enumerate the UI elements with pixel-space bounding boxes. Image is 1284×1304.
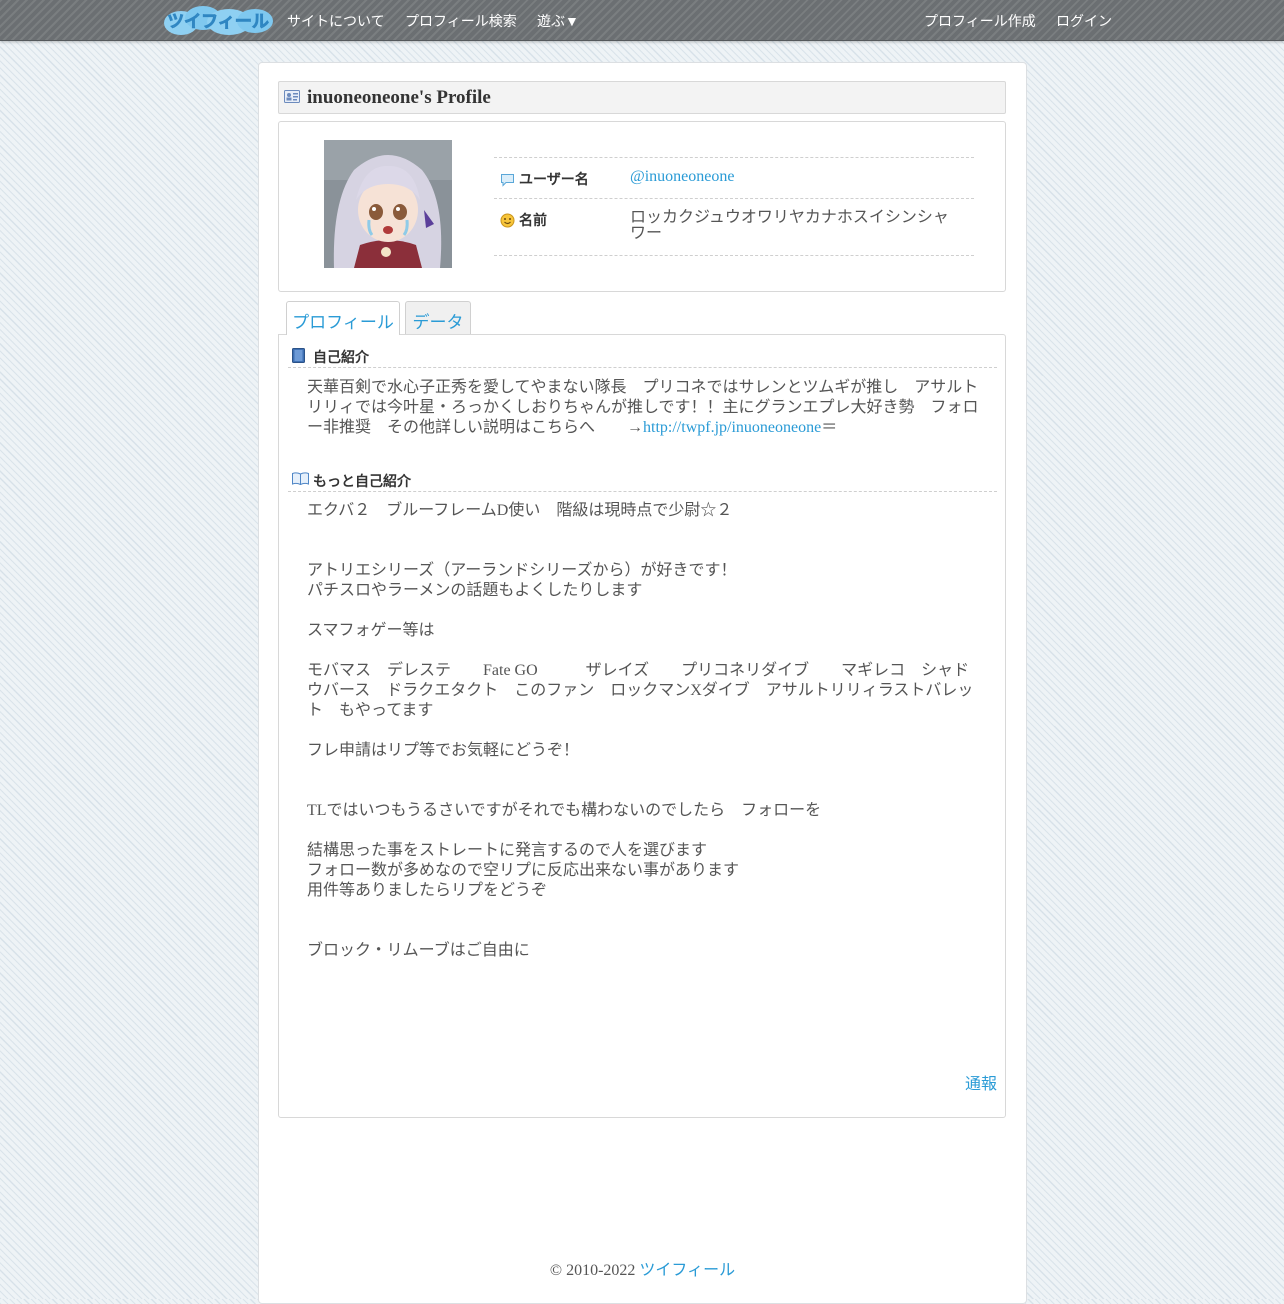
profile-content: 自己紹介 天華百剣で水心子正秀を愛してやまない隊長 プリコネではサレンとツムギが… — [278, 334, 1006, 1118]
footer: © 2010-2022 ツイフィール — [258, 1256, 1027, 1280]
speech-bubble-icon — [501, 174, 514, 187]
nav-link-about[interactable]: サイトについて — [287, 11, 385, 31]
name-label: 名前 — [500, 210, 547, 230]
username-label: ユーザー名 — [500, 169, 589, 189]
nav-link-play-menu[interactable]: 遊ぶ▼ — [537, 11, 579, 31]
copyright-text: © 2010-2022 — [549, 1262, 636, 1279]
username-value: @inuoneoneone — [630, 158, 974, 195]
more-intro-text: エクバ２ ブルーフレームD使い 階級は現時点で少尉☆２ アトリエシリーズ（アーラ… — [307, 502, 974, 959]
avatar[interactable] — [324, 140, 452, 268]
top-navbar: ツイフィール サイトについて プロフィール検索 遊ぶ▼ プロフィール作成 ログイ… — [0, 0, 1284, 41]
profile-info-table: ユーザー名 @inuoneoneone 名前 ロッカクジュウオワリヤカナホスイシ… — [494, 157, 974, 256]
smiley-icon — [500, 213, 515, 228]
self-intro-heading: 自己紹介 — [288, 344, 997, 368]
report-link[interactable]: 通報 — [965, 1070, 997, 1094]
site-logo[interactable]: ツイフィール — [163, 5, 274, 36]
profile-info-box: ユーザー名 @inuoneoneone 名前 ロッカクジュウオワリヤカナホスイシ… — [278, 121, 1006, 292]
self-intro-text: 天華百剣で水心子正秀を愛してやまない隊長 プリコネではサレンとツムギが推し アサ… — [307, 379, 979, 436]
tab-data[interactable]: データ — [405, 301, 471, 334]
open-book-icon — [292, 472, 309, 485]
username-row: ユーザー名 @inuoneoneone — [494, 158, 974, 199]
tab-profile[interactable]: プロフィール — [286, 301, 400, 335]
footer-site-link[interactable]: ツイフィール — [639, 1262, 735, 1279]
username-link[interactable]: @inuoneoneone — [630, 168, 734, 185]
nav-link-create-profile[interactable]: プロフィール作成 — [924, 11, 1036, 31]
more-intro-heading: もっと自己紹介 — [288, 468, 997, 492]
profile-title-bar: inuoneoneone's Profile — [278, 81, 1006, 114]
name-row: 名前 ロッカクジュウオワリヤカナホスイシンシャワー — [494, 199, 974, 256]
nav-link-profile-search[interactable]: プロフィール検索 — [405, 11, 517, 31]
notebook-icon — [292, 348, 305, 363]
profile-url-link[interactable]: http://twpf.jp/inuoneoneone — [643, 419, 821, 436]
nav-link-login[interactable]: ログイン — [1056, 11, 1112, 31]
page-title: inuoneoneone's Profile — [307, 87, 491, 108]
id-card-icon — [284, 90, 300, 108]
name-value: ロッカクジュウオワリヤカナホスイシンシャワー — [630, 209, 949, 242]
logo-text: ツイフィール — [167, 12, 269, 32]
